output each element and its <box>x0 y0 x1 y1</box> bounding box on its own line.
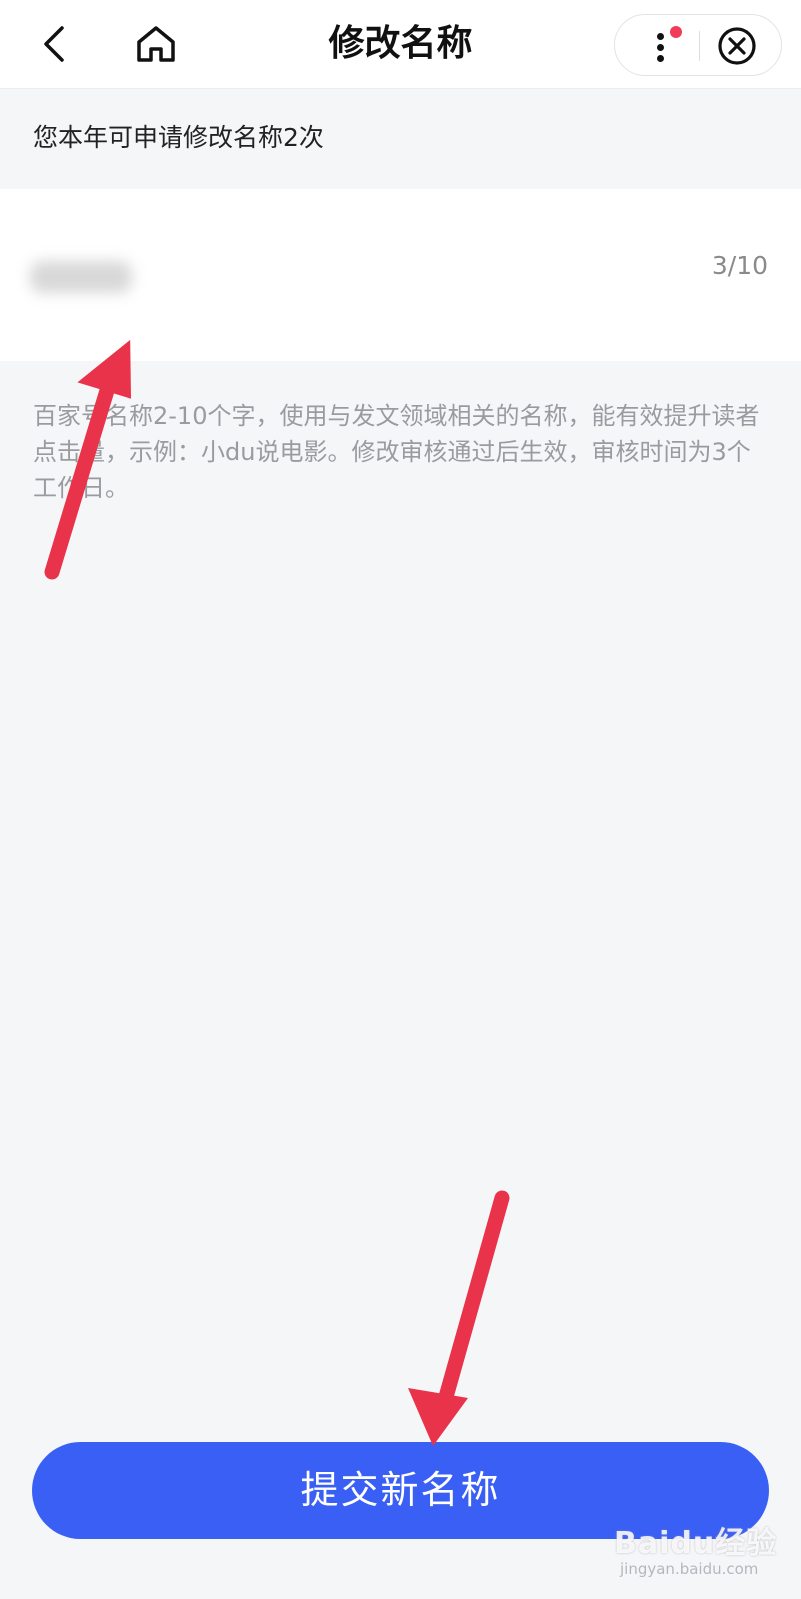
home-button[interactable] <box>134 22 178 66</box>
watermark-domain: jingyan.baidu.com <box>620 1560 759 1578</box>
arrow-to-submit <box>436 1190 510 1412</box>
back-button[interactable] <box>32 22 76 66</box>
chevron-left-icon <box>44 26 64 62</box>
close-circle-icon <box>718 27 756 65</box>
more-button[interactable] <box>635 23 685 69</box>
blurred-name-value <box>30 261 132 293</box>
name-rules-hint: 百家号名称2-10个字，使用与发文领域相关的名称，能有效提升读者点击量，示例：小… <box>33 402 760 502</box>
capsule-divider <box>699 31 700 61</box>
name-input-field[interactable]: 3/10 <box>0 189 801 361</box>
more-vertical-icon <box>657 33 664 40</box>
top-nav-bar: 修改名称 <box>0 0 801 89</box>
quota-notice: 您本年可申请修改名称2次 <box>33 123 324 152</box>
char-counter: 3/10 <box>711 251 768 280</box>
menu-capsule <box>614 14 782 76</box>
notification-dot <box>670 26 682 38</box>
close-button[interactable] <box>717 26 757 66</box>
submit-new-name-button[interactable]: 提交新名称 <box>32 1442 769 1539</box>
arrow-to-submit-head <box>408 1388 468 1446</box>
home-icon <box>137 26 175 62</box>
